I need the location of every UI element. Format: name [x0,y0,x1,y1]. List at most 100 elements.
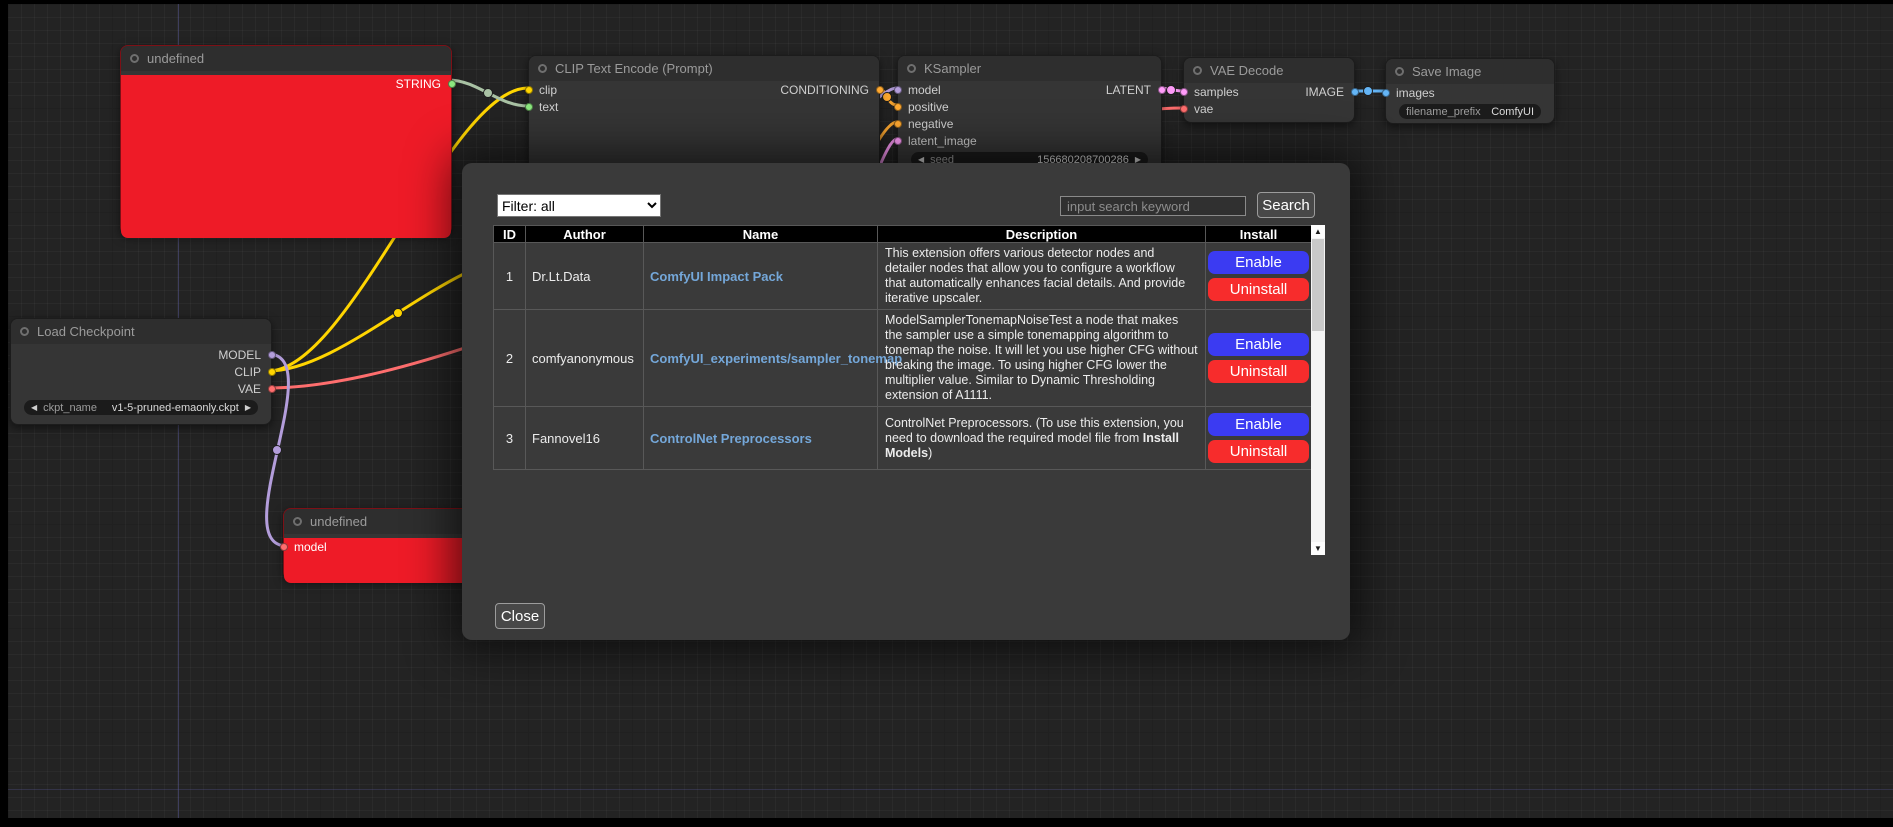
output-slot-label: LATENT [1106,83,1151,97]
input-slot-label: samples [1194,85,1239,99]
collapse-dot-icon[interactable] [907,64,916,73]
close-button[interactable]: Close [495,603,545,629]
extension-row: 2 comfyanonymous ComfyUI_experiments/sam… [494,310,1312,407]
collapse-dot-icon[interactable] [293,517,302,526]
input-slot-label: vae [1194,102,1213,116]
extension-id: 1 [494,243,526,310]
extension-row: 1 Dr.Lt.Data ComfyUI Impact Pack This ex… [494,243,1312,310]
uninstall-button[interactable]: Uninstall [1208,278,1309,301]
widget-label: ckpt_name [43,402,97,414]
node-title-bar[interactable]: Save Image [1386,59,1554,84]
output-slot-model[interactable] [268,351,276,359]
input-slot-images[interactable] [1382,89,1390,97]
column-header-description: Description [878,226,1206,243]
next-arrow-icon[interactable]: ▶ [245,403,251,412]
input-slot-label: clip [539,83,557,97]
node-body: MODEL CLIP VAE ◀ ckpt_name v1-5-pruned-e… [11,346,271,415]
column-header-id: ID [494,226,526,243]
scrollbar-thumb[interactable] [1312,239,1324,331]
input-slot-latent-image[interactable] [894,137,902,145]
input-slot-vae[interactable] [1180,105,1188,113]
extension-row: 3 Fannovel16 ControlNet Preprocessors Co… [494,407,1312,470]
extension-link[interactable]: ControlNet Preprocessors [650,431,812,446]
search-button[interactable]: Search [1257,192,1315,218]
node-ksampler[interactable]: KSampler model LATENT positive negative … [897,55,1162,175]
widget-value: v1-5-pruned-emaonly.ckpt [112,402,239,414]
input-slot-label: model [908,83,941,97]
output-slot-image[interactable] [1351,88,1359,96]
collapse-dot-icon[interactable] [538,64,547,73]
input-slot-text[interactable] [525,103,533,111]
input-slot-negative[interactable] [894,120,902,128]
output-slot-vae[interactable] [268,385,276,393]
table-scrollbar[interactable]: ▲ ▼ [1311,225,1325,555]
extension-id: 3 [494,407,526,470]
search-input[interactable] [1060,196,1246,216]
node-vae-decode[interactable]: VAE Decode samples IMAGE vae [1183,57,1355,123]
node-title: undefined [310,514,367,529]
node-undefined-top[interactable]: undefined STRING [120,45,452,235]
extension-description: ModelSamplerTonemapNoiseTest a node that… [878,310,1206,407]
collapse-dot-icon[interactable] [1395,67,1404,76]
scroll-down-icon[interactable]: ▼ [1311,542,1325,555]
collapse-dot-icon[interactable] [1193,66,1202,75]
input-slot-clip[interactable] [525,86,533,94]
input-slot-label: images [1396,86,1435,100]
node-title-bar[interactable]: Load Checkpoint [11,319,271,344]
node-body: STRING [121,75,451,238]
node-body: model LATENT positive negative latent_im… [898,81,1161,167]
extension-link[interactable]: ComfyUI Impact Pack [650,269,783,284]
node-load-checkpoint[interactable]: Load Checkpoint MODEL CLIP VAE ◀ ckpt_na… [10,318,272,425]
extension-link[interactable]: ComfyUI_experiments/sampler_tonemap [650,351,902,366]
input-slot-label: text [539,100,558,114]
input-slot-label: negative [908,117,953,131]
output-slot-latent[interactable] [1158,86,1166,94]
collapse-dot-icon[interactable] [20,327,29,336]
input-slot-label: model [294,540,327,554]
output-slot-clip[interactable] [268,368,276,376]
output-slot-label: CONDITIONING [780,83,869,97]
input-slot-model[interactable] [280,543,288,551]
output-slot-label: STRING [396,77,441,91]
node-clip-text-encode[interactable]: CLIP Text Encode (Prompt) clip CONDITION… [528,55,880,175]
enable-button[interactable]: Enable [1208,251,1309,274]
prev-arrow-icon[interactable]: ◀ [31,403,37,412]
input-slot-label: positive [908,100,949,114]
column-header-name: Name [644,226,878,243]
input-slot-samples[interactable] [1180,88,1188,96]
node-body: samples IMAGE vae [1184,83,1354,117]
input-slot-model[interactable] [894,86,902,94]
enable-button[interactable]: Enable [1208,333,1309,356]
column-header-install: Install [1206,226,1312,243]
node-body: images filename_prefix ComfyUI [1386,84,1554,119]
node-title: undefined [147,51,204,66]
table-header-row: ID Author Name Description Install [494,226,1312,243]
extension-author: comfyanonymous [526,310,644,407]
uninstall-button[interactable]: Uninstall [1208,440,1309,463]
output-slot-string[interactable] [448,80,456,88]
extension-author: Fannovel16 [526,407,644,470]
output-slot-conditioning[interactable] [876,86,884,94]
output-slot-label: IMAGE [1305,85,1344,99]
extension-author: Dr.Lt.Data [526,243,644,310]
node-save-image[interactable]: Save Image images filename_prefix ComfyU… [1385,58,1555,124]
column-header-author: Author [526,226,644,243]
input-slot-positive[interactable] [894,103,902,111]
node-title-bar[interactable]: KSampler [898,56,1161,81]
scroll-up-icon[interactable]: ▲ [1311,225,1325,238]
node-title: CLIP Text Encode (Prompt) [555,61,713,76]
node-title: Load Checkpoint [37,324,135,339]
ckpt-name-widget[interactable]: ◀ ckpt_name v1-5-pruned-emaonly.ckpt ▶ [24,400,258,415]
uninstall-button[interactable]: Uninstall [1208,360,1309,383]
enable-button[interactable]: Enable [1208,413,1309,436]
node-title-bar[interactable]: undefined [121,46,451,71]
node-title-bar[interactable]: CLIP Text Encode (Prompt) [529,56,879,81]
output-slot-label: CLIP [234,365,261,379]
filename-prefix-widget[interactable]: filename_prefix ComfyUI [1399,104,1541,119]
widget-value: ComfyUI [1491,106,1534,118]
filter-select[interactable]: Filter: all [497,194,661,217]
manager-dialog: Filter: all Search ID Author Name Descri… [462,163,1350,640]
node-title-bar[interactable]: VAE Decode [1184,58,1354,83]
input-slot-label: latent_image [908,134,977,148]
collapse-dot-icon[interactable] [130,54,139,63]
